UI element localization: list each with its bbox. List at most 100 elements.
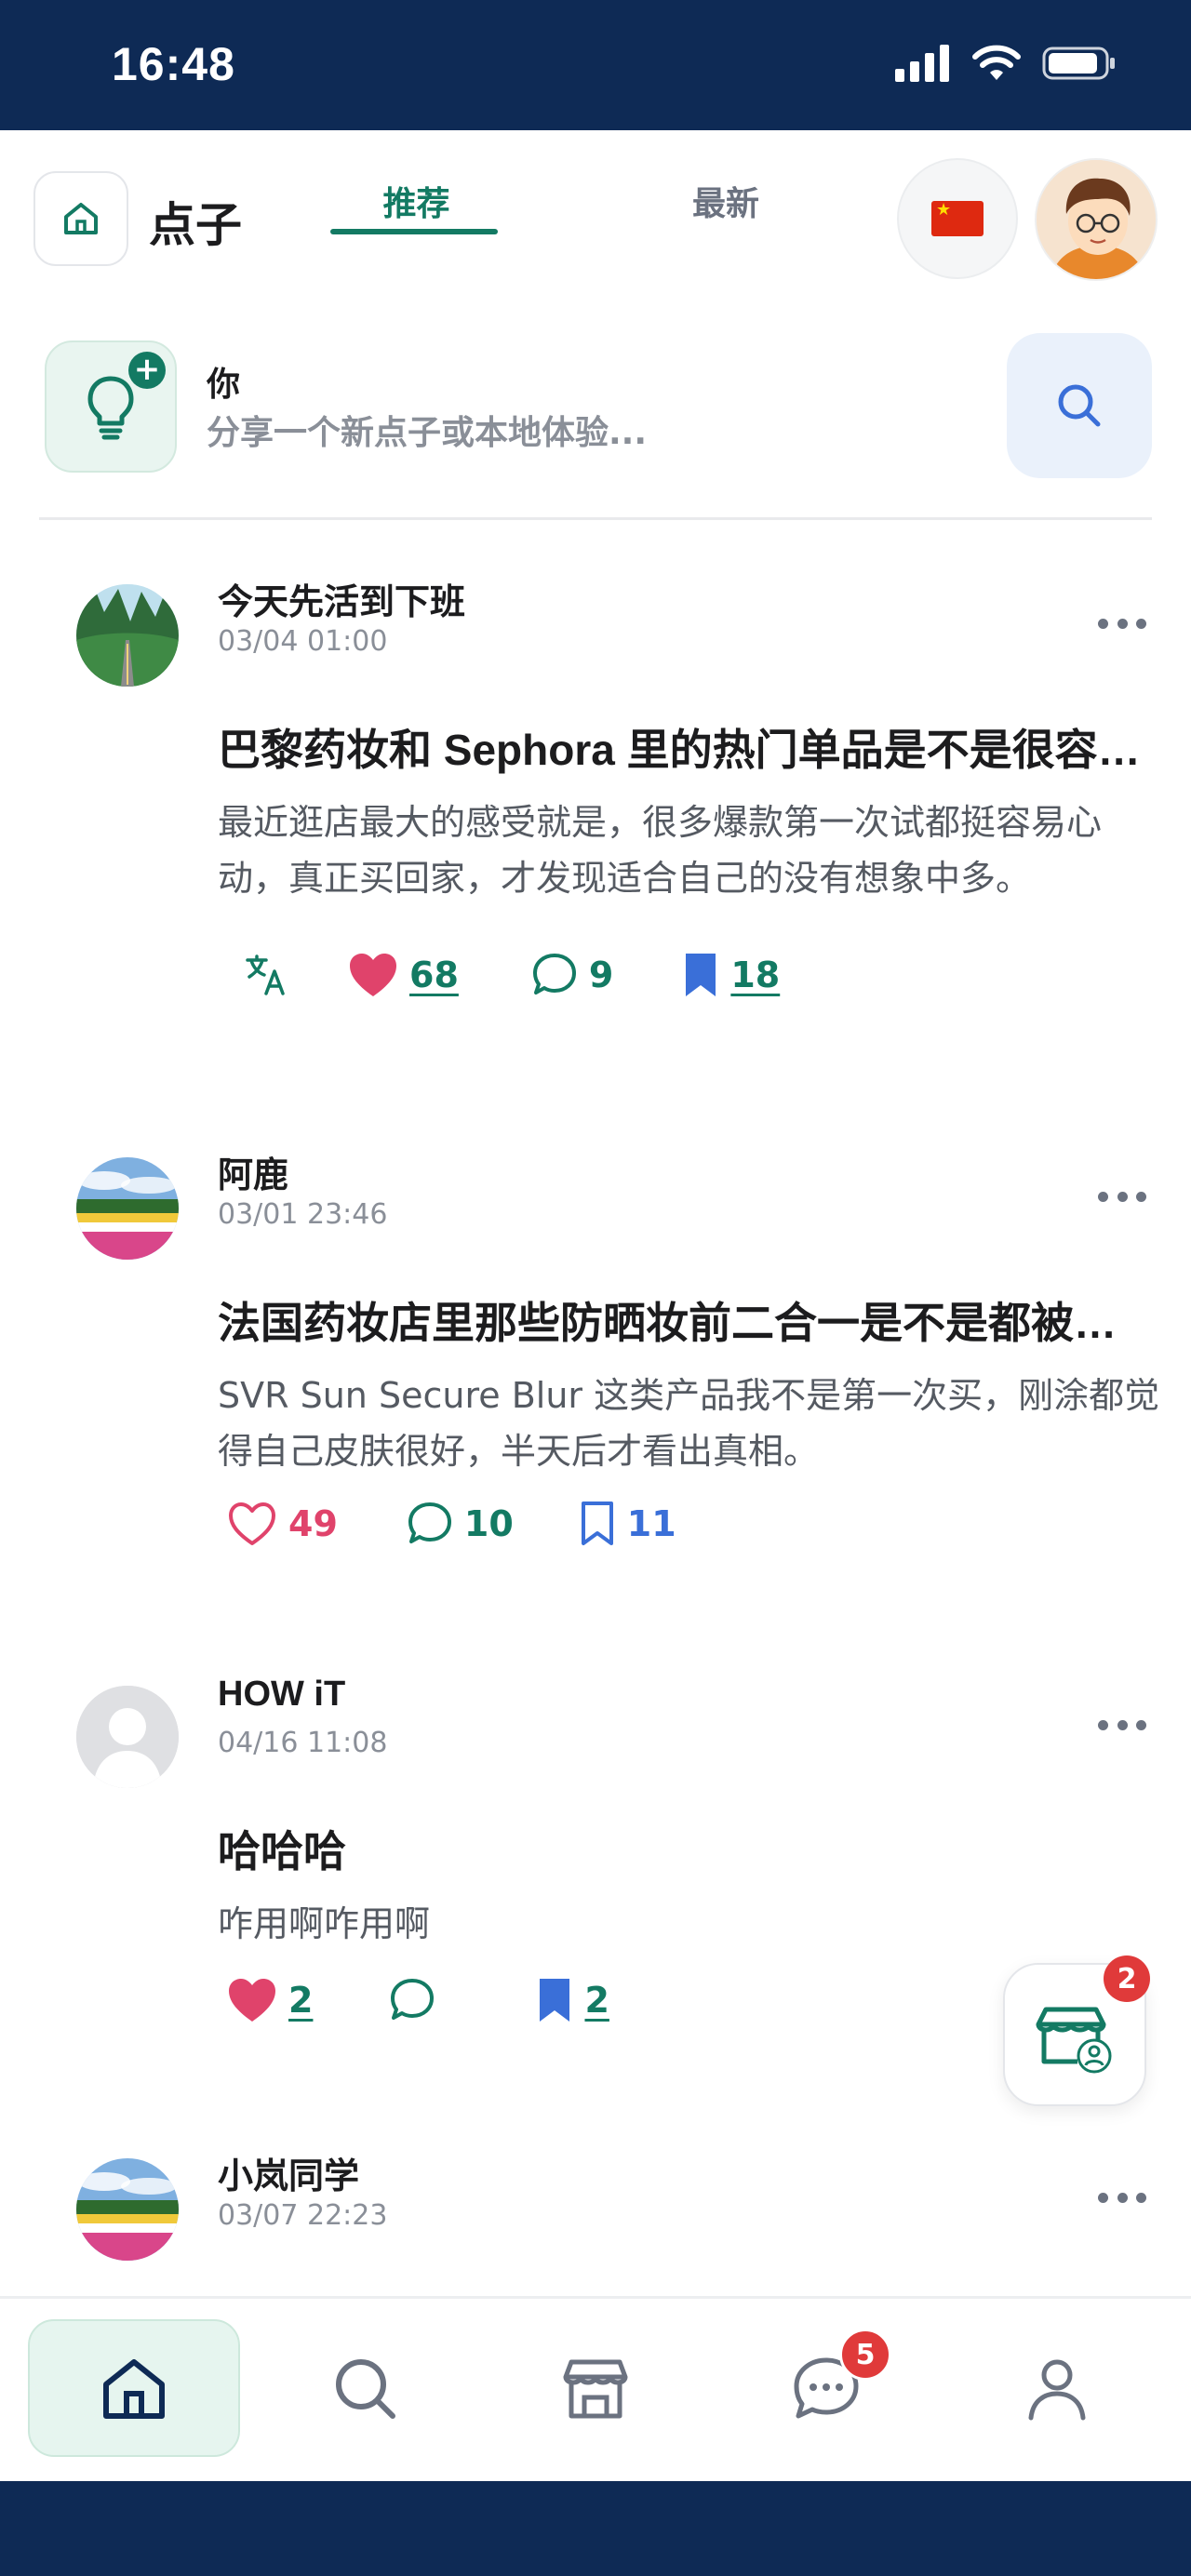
post-author[interactable]: 今天先活到下班 — [218, 573, 465, 624]
bookmark-filled-icon — [686, 954, 716, 996]
system-bottom-bar — [0, 2481, 1191, 2576]
nav-search[interactable] — [259, 2319, 471, 2457]
post-avatar[interactable] — [76, 2158, 179, 2261]
post-title[interactable]: 巴黎药妆和 Sephora 里的热门单品是不是很容易踩雷？ — [218, 716, 1158, 778]
top-header: 点子 推荐 最新 ★ — [0, 130, 1191, 307]
search-icon — [1058, 384, 1101, 427]
default-avatar-icon — [76, 1686, 179, 1788]
tab-recommended[interactable]: 推荐 — [335, 177, 498, 225]
save-button[interactable]: 2 — [536, 1977, 609, 2023]
active-tab-indicator — [330, 229, 498, 234]
comment-count: 10 — [463, 1503, 514, 1544]
more-options-button[interactable] — [1098, 1715, 1146, 1734]
post-avatar[interactable] — [76, 1157, 179, 1260]
like-button[interactable]: 68 — [348, 952, 459, 998]
post-time: 03/07 22:23 — [218, 2199, 388, 2232]
post-author[interactable]: HOW iT — [218, 1675, 345, 1715]
post-time: 03/04 01:00 — [218, 625, 388, 658]
translate-icon — [246, 954, 285, 995]
home-icon — [64, 203, 98, 234]
app-title: 点子 — [149, 199, 242, 251]
status-bar: 16:48 — [0, 0, 1191, 130]
post-actions: 49 10 11 — [218, 1496, 676, 1552]
home-icon — [103, 2359, 165, 2419]
store-badge: 2 — [1104, 1955, 1150, 2002]
status-icons — [895, 45, 1117, 82]
post-avatar[interactable] — [76, 1686, 179, 1788]
comment-button[interactable]: 10 — [407, 1501, 514, 1547]
nav-messages[interactable]: 5 — [720, 2319, 932, 2457]
messages-badge: 5 — [839, 2329, 891, 2381]
post-body: SVR Sun Secure Blur 这类产品我不是第一次买，刚涂都觉得自己皮… — [218, 1375, 1160, 1472]
save-button[interactable]: 18 — [682, 952, 780, 998]
nav-home[interactable] — [28, 2319, 240, 2457]
composer-input[interactable]: 分享一个新点子或本地体验... — [207, 406, 647, 454]
post-title[interactable]: 哈哈哈 — [218, 1818, 1158, 1879]
more-options-button[interactable] — [1098, 2188, 1146, 2207]
region-button[interactable]: ★ — [897, 158, 1018, 279]
bookmark-outline-icon — [581, 1502, 613, 1545]
post-item[interactable]: 阿鹿 03/01 23:46 法国药妆店里那些防晒妆前二合一是不是都被高估了？ … — [0, 1131, 1191, 1615]
new-idea-button[interactable]: + — [45, 340, 177, 473]
avatar-illustration — [1037, 160, 1156, 279]
like-button[interactable]: 49 — [227, 1501, 338, 1547]
home-button[interactable] — [33, 171, 128, 266]
post-title[interactable]: 法国药妆店里那些防晒妆前二合一是不是都被高估了？ — [218, 1289, 1158, 1351]
composer-user-name: 你 — [207, 366, 241, 404]
post-actions: 2 2 — [218, 1972, 609, 2028]
save-count: 2 — [584, 1980, 609, 2021]
search-button[interactable] — [1007, 333, 1152, 478]
like-count: 49 — [288, 1503, 338, 1544]
post-body: 最近逛店最大的感受就是，很多爆款第一次试都挺容易心动，真正买回家，才发现适合自己… — [218, 802, 1103, 899]
post-time: 03/01 23:46 — [218, 1198, 388, 1231]
user-avatar[interactable] — [1035, 158, 1158, 281]
bottom-nav: 5 — [0, 2299, 1191, 2481]
like-count: 68 — [409, 954, 459, 995]
save-button[interactable]: 11 — [579, 1501, 676, 1547]
save-count: 11 — [626, 1503, 676, 1544]
store-icon — [563, 2359, 628, 2419]
store-person-icon — [1036, 2007, 1112, 2074]
profile-icon — [1028, 2359, 1086, 2421]
signal-icon — [895, 45, 949, 82]
status-time: 16:48 — [112, 38, 235, 90]
nav-profile[interactable] — [951, 2319, 1163, 2457]
like-count: 2 — [288, 1980, 314, 2021]
more-options-button[interactable] — [1098, 614, 1146, 633]
post-body: 咋用啊咋用啊 — [218, 1903, 431, 1944]
more-options-button[interactable] — [1098, 1187, 1146, 1206]
flower-field-image — [76, 2158, 179, 2261]
heart-filled-icon — [350, 954, 396, 996]
post-author[interactable]: 阿鹿 — [218, 1146, 288, 1197]
post-time: 04/16 11:08 — [218, 1727, 388, 1759]
post-item[interactable]: 小岚同学 03/07 22:23 — [0, 2132, 1191, 2290]
comment-icon — [532, 954, 576, 994]
comment-button[interactable]: 9 — [531, 952, 613, 998]
heart-outline-icon — [229, 1502, 275, 1545]
search-icon — [336, 2359, 395, 2419]
heart-filled-icon — [229, 1979, 275, 2022]
composer: + 你 分享一个新点子或本地体验... — [0, 326, 1191, 512]
china-flag-icon: ★ — [931, 201, 984, 236]
tab-latest[interactable]: 最新 — [651, 177, 800, 225]
comment-icon — [408, 1502, 451, 1543]
like-button[interactable]: 2 — [227, 1977, 313, 2023]
comment-button[interactable] — [389, 1977, 447, 2023]
comment-count: 9 — [588, 954, 614, 995]
post-avatar[interactable] — [76, 584, 179, 687]
post-item[interactable]: 今天先活到下班 03/04 01:00 巴黎药妆和 Sephora 里的热门单品… — [0, 558, 1191, 1079]
flower-field-image — [76, 1157, 179, 1260]
bookmark-filled-icon — [540, 1979, 570, 2022]
plus-icon: + — [128, 352, 166, 389]
divider — [39, 517, 1152, 520]
post-actions: 68 9 18 — [218, 947, 780, 1003]
comment-icon — [391, 1979, 435, 2020]
floating-store-button[interactable]: 2 — [1003, 1955, 1150, 2106]
save-count: 18 — [730, 954, 781, 995]
post-author[interactable]: 小岚同学 — [218, 2147, 359, 2198]
forest-road-image — [76, 584, 179, 687]
battery-icon — [1042, 47, 1115, 80]
translate-button[interactable] — [244, 953, 288, 997]
wifi-icon — [972, 45, 1021, 80]
nav-store[interactable] — [489, 2319, 702, 2457]
